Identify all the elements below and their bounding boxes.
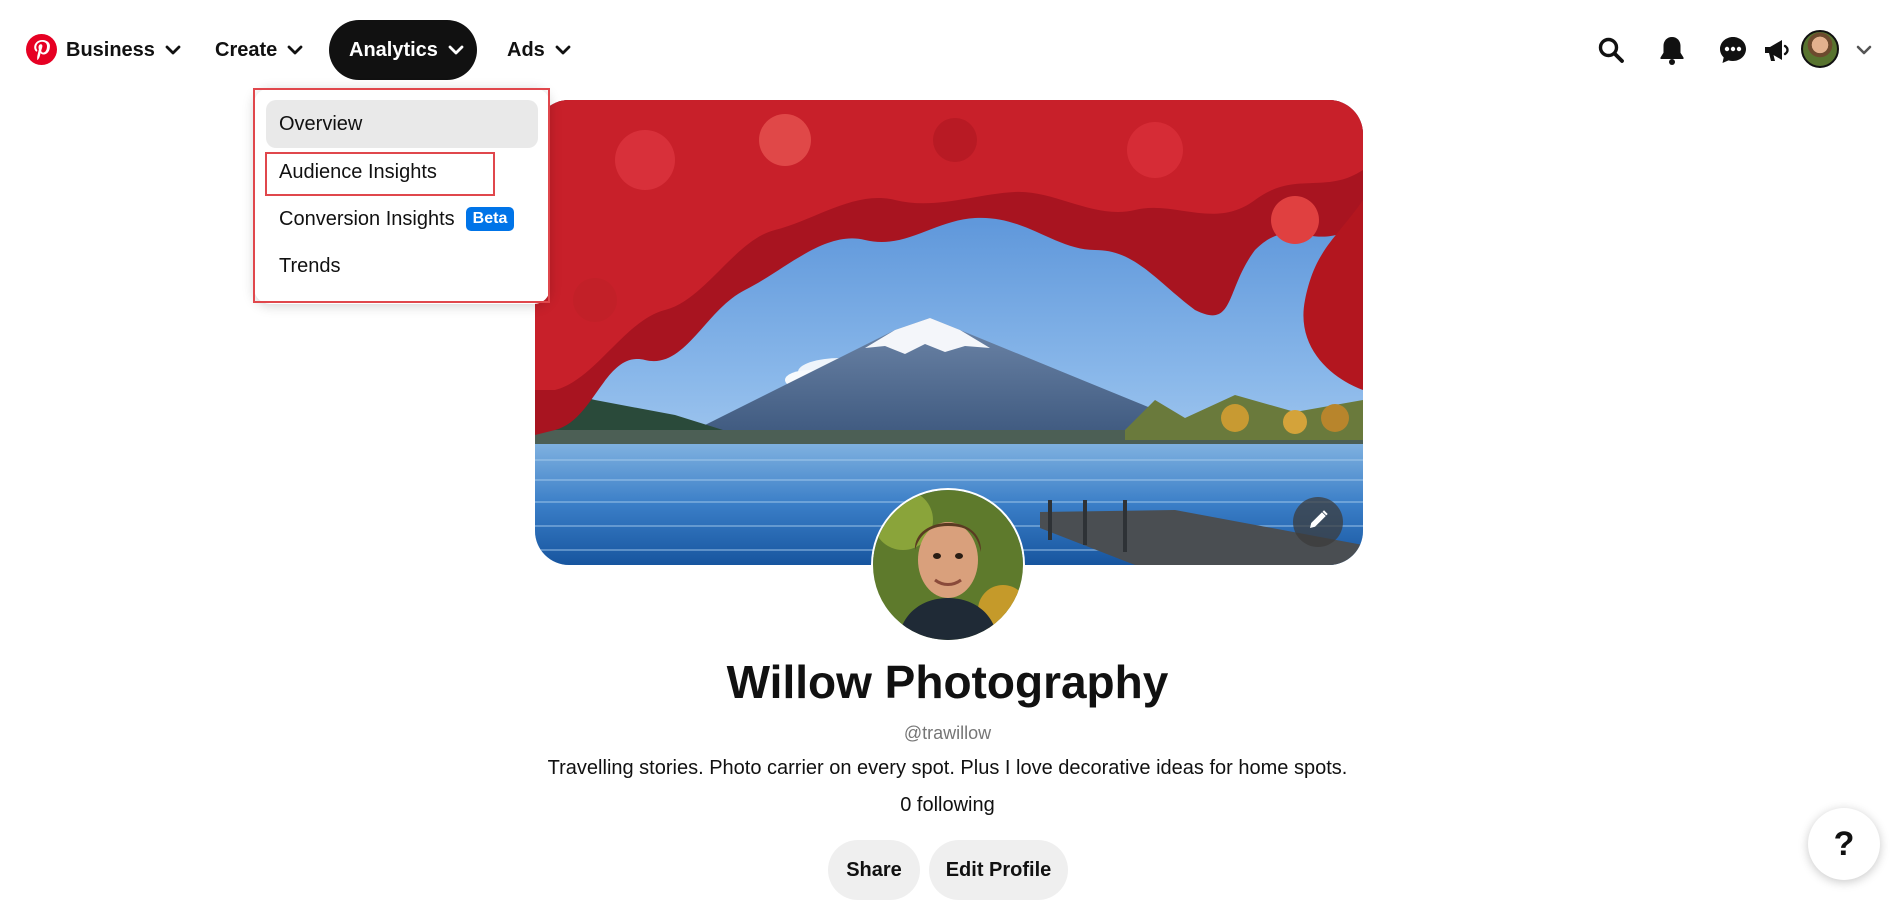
avatar[interactable] [1801,30,1839,68]
pinterest-logo-icon[interactable] [26,34,57,65]
nav-analytics-label: Analytics [349,38,438,61]
menu-item-label: Audience Insights [279,160,437,183]
nav-ads[interactable]: Ads [507,20,571,80]
menu-item-label: Conversion Insights [279,207,455,230]
pencil-icon [1307,509,1329,536]
menu-item-trends[interactable]: Trends [266,242,538,290]
bell-icon[interactable] [1652,30,1692,70]
profile-portrait-illustration [873,490,1023,640]
menu-item-label: Overview [279,112,363,135]
menu-item-overview[interactable]: Overview [266,100,538,148]
share-button[interactable]: Share [828,840,920,900]
chevron-down-icon [448,44,464,56]
edit-cover-button[interactable] [1293,497,1343,547]
chevron-down-icon[interactable] [1852,38,1876,62]
profile-avatar[interactable] [871,488,1025,642]
analytics-dropdown-menu: Overview Audience Insights Conversion In… [254,88,550,304]
nav-business-label: Business [66,38,155,61]
nav-business[interactable]: Business [66,20,181,80]
megaphone-icon[interactable] [1756,30,1796,70]
menu-item-conversion-insights[interactable]: Conversion Insights Beta [266,195,538,243]
nav-create-label: Create [215,38,278,61]
help-button[interactable]: ? [1808,808,1880,880]
search-icon[interactable] [1591,30,1631,70]
beta-badge: Beta [465,207,515,231]
chevron-down-icon [287,44,303,56]
edit-profile-button[interactable]: Edit Profile [929,840,1068,900]
menu-item-audience-insights[interactable]: Audience Insights [266,148,538,196]
chevron-down-icon [555,44,571,56]
top-navigation: Business Create Analytics Ads [0,0,1895,100]
menu-item-label: Trends [279,254,341,277]
help-icon: ? [1833,824,1855,863]
nav-create[interactable]: Create [215,20,303,80]
nav-ads-label: Ads [507,38,545,61]
following-count[interactable]: 0 following [0,794,1895,817]
profile-display-name: Willow Photography [726,656,1169,708]
messages-icon[interactable] [1713,30,1753,70]
chevron-down-icon [165,44,181,56]
nav-analytics[interactable]: Analytics [329,20,477,80]
profile-bio: Travelling stories. Photo carrier on eve… [547,757,1348,779]
profile-username: @trawillow [903,723,992,743]
